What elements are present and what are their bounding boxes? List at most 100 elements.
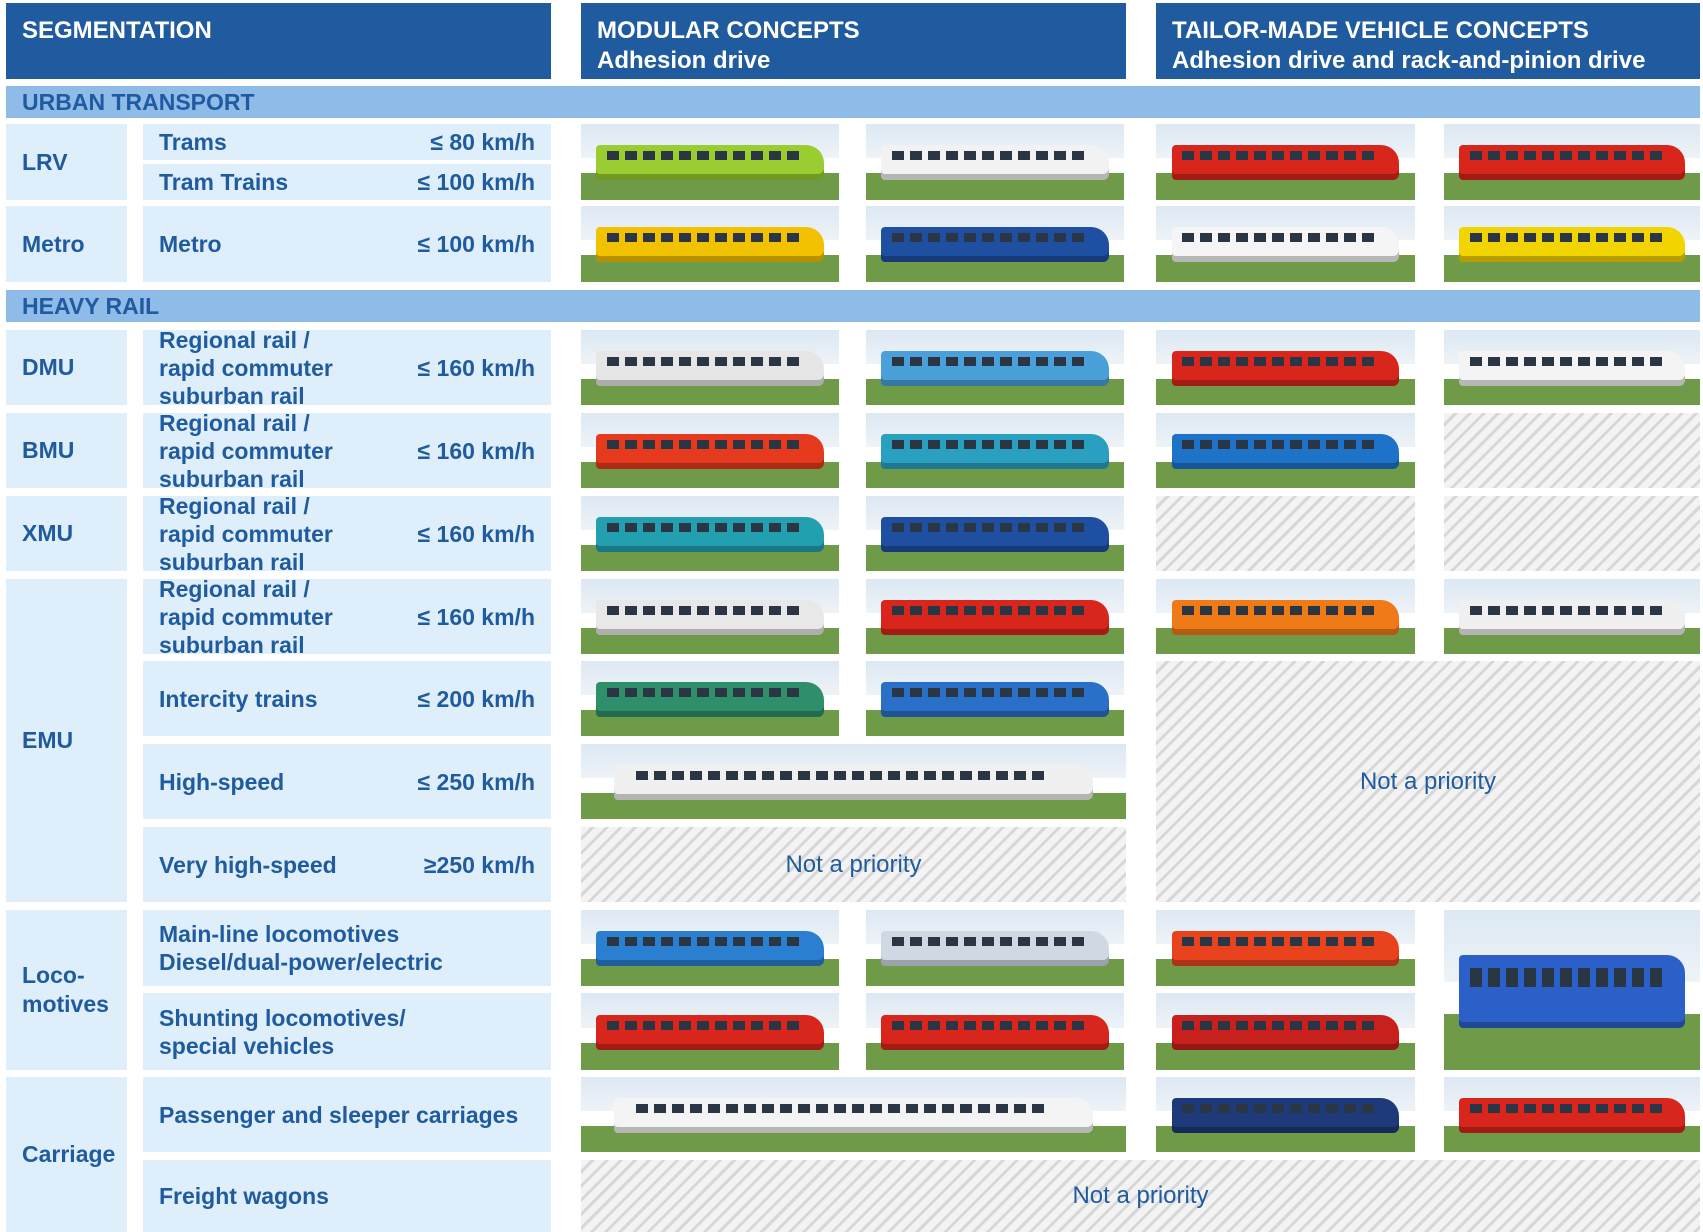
train-photo [866, 579, 1124, 654]
group-carriage: Carriage [6, 1077, 127, 1232]
freight-label: Freight wagons [159, 1183, 329, 1209]
row-tram-trains-speed: ≤ 100 km/h [417, 169, 535, 195]
regional-line3: suburban rail [159, 382, 305, 409]
train-photo [866, 124, 1124, 200]
train-photo [581, 579, 839, 654]
group-lrv: LRV [6, 124, 127, 200]
train-photo [1156, 993, 1415, 1070]
regional-line3: suburban rail [159, 631, 305, 658]
row-emu-speed: ≤ 160 km/h [417, 604, 535, 630]
tailor-header: TAILOR-MADE VEHICLE CONCEPTS Adhesion dr… [1156, 3, 1700, 79]
hatched-empty-cell [1444, 413, 1700, 488]
train-photo [866, 330, 1124, 405]
train-photo [1444, 124, 1700, 200]
regional-line3: suburban rail [159, 548, 305, 575]
not-priority-tailor-emu: Not a priority [1156, 661, 1700, 902]
row-high-speed-label: High-speed [159, 768, 285, 795]
train-photo [581, 910, 839, 986]
group-metro: Metro [6, 206, 127, 282]
train-photo [1156, 413, 1415, 488]
train-photo [1444, 330, 1700, 405]
train-photo [581, 330, 839, 405]
group-loco-line2: motives [22, 991, 109, 1017]
regional-line1: Regional rail / [159, 326, 310, 353]
train-photo [581, 496, 839, 571]
train-photo [866, 661, 1124, 736]
train-photo [1156, 330, 1415, 405]
row-tram-trains-label: Tram Trains [159, 169, 289, 195]
train-photo [1156, 579, 1415, 654]
row-trams-speed: ≤ 80 km/h [430, 129, 535, 155]
hatched-empty-cell [1444, 496, 1700, 571]
row-passenger-carriages: Passenger and sleeper carriages [143, 1077, 551, 1152]
passenger-label: Passenger and sleeper carriages [159, 1101, 519, 1128]
regional-line2: rapid commuter [159, 520, 333, 547]
row-intercity-speed: ≤ 200 km/h [417, 686, 535, 712]
segmentation-title: SEGMENTATION [22, 17, 212, 44]
train-photo [866, 993, 1124, 1070]
train-photo [1444, 910, 1700, 1070]
row-metro-speed: ≤ 100 km/h [417, 231, 535, 257]
regional-line1: Regional rail / [159, 575, 310, 602]
row-metro-label: Metro [159, 231, 222, 257]
urban-transport-band: URBAN TRANSPORT [6, 86, 1700, 118]
group-loco-line1: Loco- [22, 962, 85, 988]
row-xmu-speed: ≤ 160 km/h [417, 521, 535, 547]
group-bmu: BMU [6, 413, 127, 488]
train-photo [1156, 910, 1415, 986]
modular-subtitle: Adhesion drive [597, 47, 771, 74]
train-photo [1444, 1077, 1700, 1152]
not-priority-very-high-speed: Not a priority [581, 827, 1126, 902]
row-intercity-label: Intercity trains [159, 685, 318, 712]
tailor-subtitle: Adhesion drive and rack-and-pinion drive [1172, 47, 1646, 74]
regional-line1: Regional rail / [159, 409, 310, 436]
modular-header: MODULAR CONCEPTS Adhesion drive [581, 3, 1126, 79]
regional-line2: rapid commuter [159, 603, 333, 630]
row-very-high-speed-speed: ≥250 km/h [423, 852, 535, 878]
train-photo [581, 1077, 1126, 1152]
not-priority-freight: Not a priority [581, 1160, 1700, 1232]
row-bmu-speed: ≤ 160 km/h [417, 438, 535, 464]
row-dmu-speed: ≤ 160 km/h [417, 355, 535, 381]
not-priority-text: Not a priority [1072, 1182, 1209, 1209]
regional-line3: suburban rail [159, 465, 305, 492]
shunting-line2: special vehicles [159, 1032, 335, 1059]
row-trams-label: Trams [159, 129, 227, 155]
group-emu: EMU [6, 579, 127, 902]
group-xmu: XMU [6, 496, 127, 571]
train-photo [1156, 1077, 1415, 1152]
train-photo [581, 413, 839, 488]
shunting-line1: Shunting locomotives/ [159, 1004, 406, 1031]
row-shunting-locomotives: Shunting locomotives/ special vehicles [143, 993, 551, 1070]
row-high-speed-speed: ≤ 250 km/h [417, 769, 535, 795]
main-line-line1: Main-line locomotives [159, 921, 400, 947]
train-photo [1444, 579, 1700, 654]
regional-line1: Regional rail / [159, 492, 310, 519]
main-line-line2: Diesel/dual-power/electric [159, 949, 443, 975]
heavy-rail-band: HEAVY RAIL [6, 290, 1700, 322]
row-main-line-locomotives: Main-line locomotives Diesel/dual-power/… [143, 910, 551, 986]
not-priority-text: Not a priority [785, 850, 922, 878]
train-photo [866, 496, 1124, 571]
regional-line2: rapid commuter [159, 354, 333, 381]
train-photo [581, 993, 839, 1070]
regional-line2: rapid commuter [159, 437, 333, 464]
train-photo [866, 910, 1124, 986]
train-photo [1156, 206, 1415, 282]
row-freight-wagons: Freight wagons [143, 1160, 551, 1232]
train-photo [581, 744, 1126, 819]
train-photo [581, 124, 839, 200]
hatched-empty-cell [1156, 496, 1415, 571]
modular-title: MODULAR CONCEPTS [597, 17, 860, 44]
train-photo [866, 413, 1124, 488]
train-photo [1156, 124, 1415, 200]
train-photo [866, 206, 1124, 282]
train-photo [1444, 206, 1700, 282]
group-locomotives: Loco- motives [6, 910, 127, 1070]
row-very-high-speed-label: Very high-speed [159, 851, 337, 878]
not-priority-text: Not a priority [1359, 767, 1497, 795]
tailor-title: TAILOR-MADE VEHICLE CONCEPTS [1172, 17, 1589, 44]
train-photo [581, 206, 839, 282]
group-dmu: DMU [6, 330, 127, 405]
train-photo [581, 661, 839, 736]
